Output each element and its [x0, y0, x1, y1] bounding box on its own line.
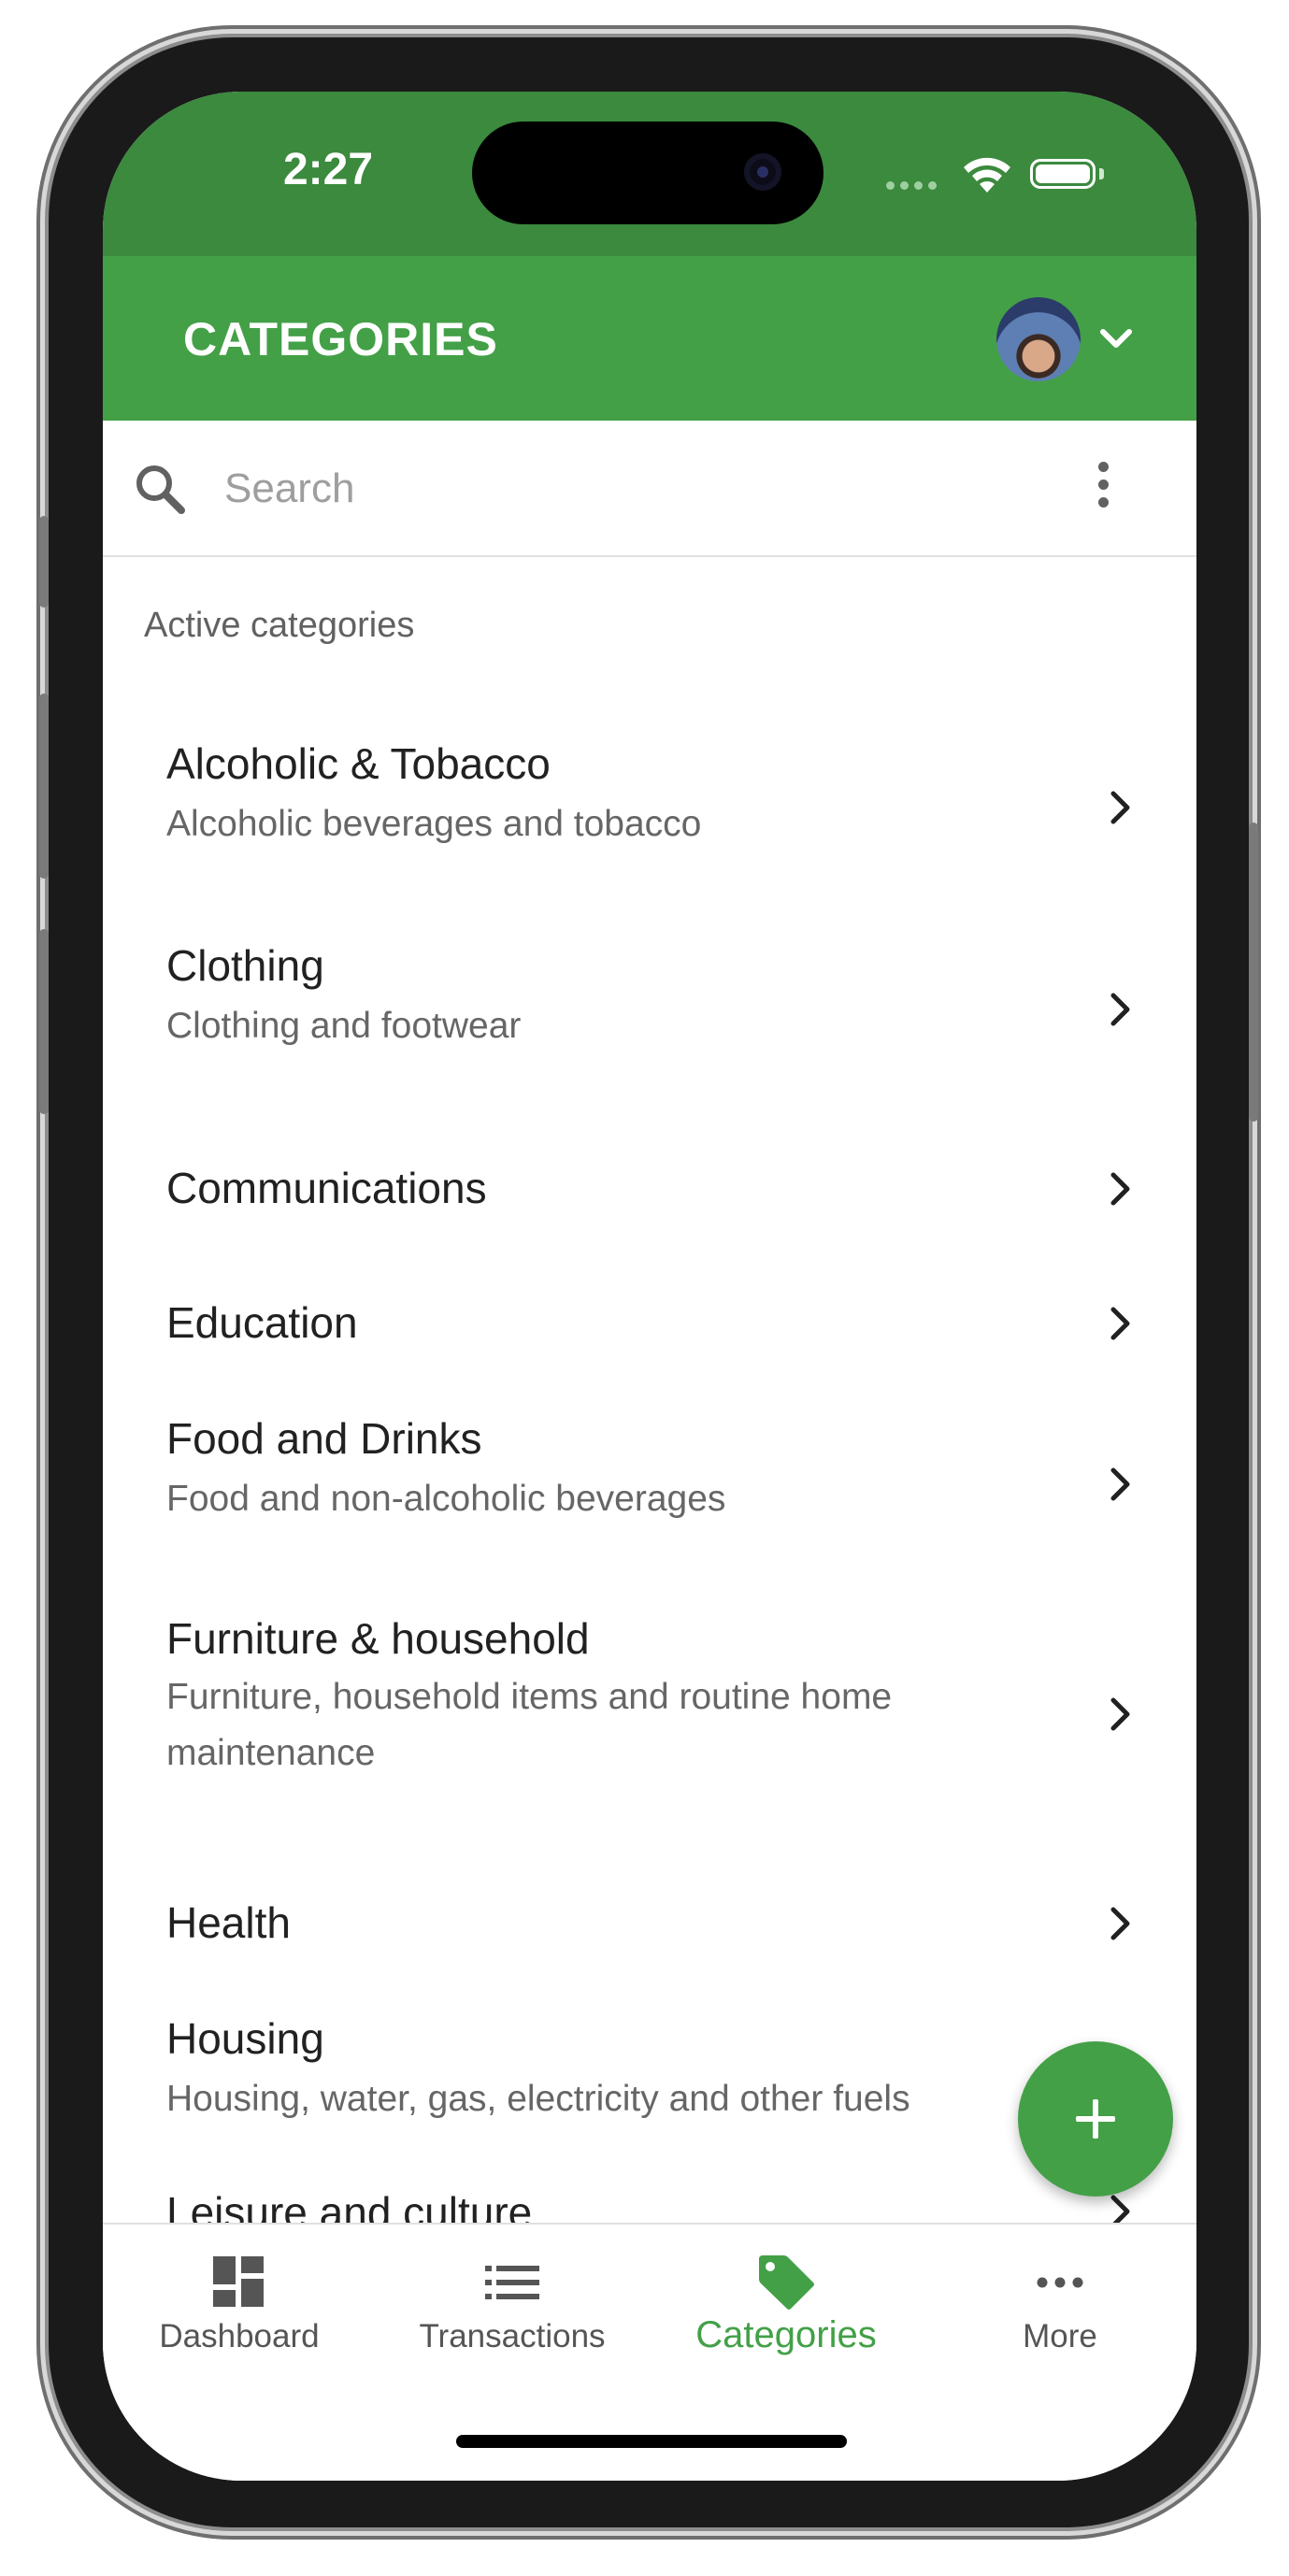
- chevron-right-icon: [1107, 2191, 1135, 2223]
- power-button: [1249, 823, 1258, 1122]
- list-item-subtitle: Furniture, household items and routine h…: [166, 1677, 893, 1773]
- search-icon: [131, 460, 191, 524]
- more-vertical-icon[interactable]: [1094, 458, 1112, 518]
- list-item-title: Health: [166, 1898, 291, 1947]
- list-item-subtitle: Alcoholic beverages and tobacco: [166, 804, 702, 844]
- search-bar: [103, 421, 1196, 557]
- add-category-button[interactable]: [1018, 2041, 1173, 2197]
- chevron-right-icon: [1107, 1903, 1135, 1949]
- list-item-furniture-household[interactable]: Furniture & household Furniture, househo…: [103, 1595, 1196, 1856]
- tab-dashboard[interactable]: Dashboard: [103, 2225, 376, 2365]
- mute-switch: [39, 516, 49, 608]
- tab-label: Transactions: [419, 2318, 606, 2354]
- chevron-right-icon: [1107, 1303, 1135, 1349]
- tab-label: Categories: [695, 2314, 877, 2355]
- tab-more[interactable]: More: [924, 2225, 1196, 2365]
- chevron-right-icon: [1107, 1168, 1135, 1214]
- list-item-title: Clothing: [166, 941, 324, 990]
- more-horizontal-icon: [924, 2253, 1196, 2312]
- page-title: CATEGORIES: [183, 313, 498, 365]
- category-list[interactable]: Active categories Alcoholic & Tobacco Al…: [103, 557, 1196, 2223]
- tab-label: More: [1023, 2318, 1097, 2354]
- list-item-subtitle: Clothing and footwear: [166, 1006, 522, 1046]
- screen: 2:27 CATEGORIES Active categories: [103, 92, 1196, 2481]
- volume-up-button: [39, 694, 49, 879]
- battery-tip: [1099, 168, 1104, 179]
- tab-transactions[interactable]: Transactions: [376, 2225, 649, 2365]
- volume-down-button: [39, 929, 49, 1114]
- chevron-right-icon: [1107, 1694, 1135, 1739]
- list-item-communications[interactable]: Communications: [103, 1122, 1196, 1258]
- list-item-food-and-drinks[interactable]: Food and Drinks Food and non-alcoholic b…: [103, 1391, 1196, 1595]
- list-item-title: Furniture & household: [166, 1614, 590, 1663]
- tag-icon: [650, 2253, 923, 2312]
- tab-categories[interactable]: Categories: [650, 2225, 923, 2365]
- home-indicator[interactable]: [456, 2435, 847, 2448]
- dashboard-icon: [103, 2253, 376, 2312]
- list-item-subtitle: Housing, water, gas, electricity and oth…: [166, 2079, 910, 2119]
- list-item-leisure-and-culture[interactable]: Leisure and culture: [103, 2187, 1196, 2223]
- list-item-title: Education: [166, 1298, 358, 1347]
- chevron-down-icon[interactable]: [1097, 322, 1135, 360]
- section-header: Active categories: [144, 606, 415, 645]
- list-item-subtitle: Food and non-alcoholic beverages: [166, 1479, 726, 1519]
- list-item-alcoholic-tobacco[interactable]: Alcoholic & Tobacco Alcoholic beverages …: [103, 720, 1196, 922]
- list-item-clothing[interactable]: Clothing Clothing and footwear: [103, 922, 1196, 1122]
- chevron-right-icon: [1107, 787, 1135, 833]
- list-item-title: Alcoholic & Tobacco: [166, 739, 551, 788]
- battery-icon: [1030, 159, 1096, 189]
- tab-label: Dashboard: [159, 2318, 320, 2354]
- list-item-health[interactable]: Health: [103, 1856, 1196, 1993]
- chevron-right-icon: [1107, 1464, 1135, 1510]
- list-icon: [376, 2253, 649, 2312]
- chevron-right-icon: [1107, 989, 1135, 1035]
- list-item-title: Housing: [166, 2014, 324, 2063]
- list-item-title: Communications: [166, 1164, 487, 1212]
- search-input[interactable]: [222, 458, 1030, 520]
- camera-icon: [744, 153, 781, 191]
- app-bar: CATEGORIES: [103, 256, 1196, 421]
- list-item-title: Food and Drinks: [166, 1414, 482, 1463]
- wifi-icon: [961, 155, 1013, 199]
- status-time: 2:27: [282, 145, 374, 194]
- list-item-title: Leisure and culture: [166, 2188, 533, 2223]
- list-item-education[interactable]: Education: [103, 1258, 1196, 1391]
- avatar[interactable]: [996, 297, 1081, 381]
- cellular-signal-icon: [886, 178, 942, 194]
- status-bar: 2:27: [103, 92, 1196, 256]
